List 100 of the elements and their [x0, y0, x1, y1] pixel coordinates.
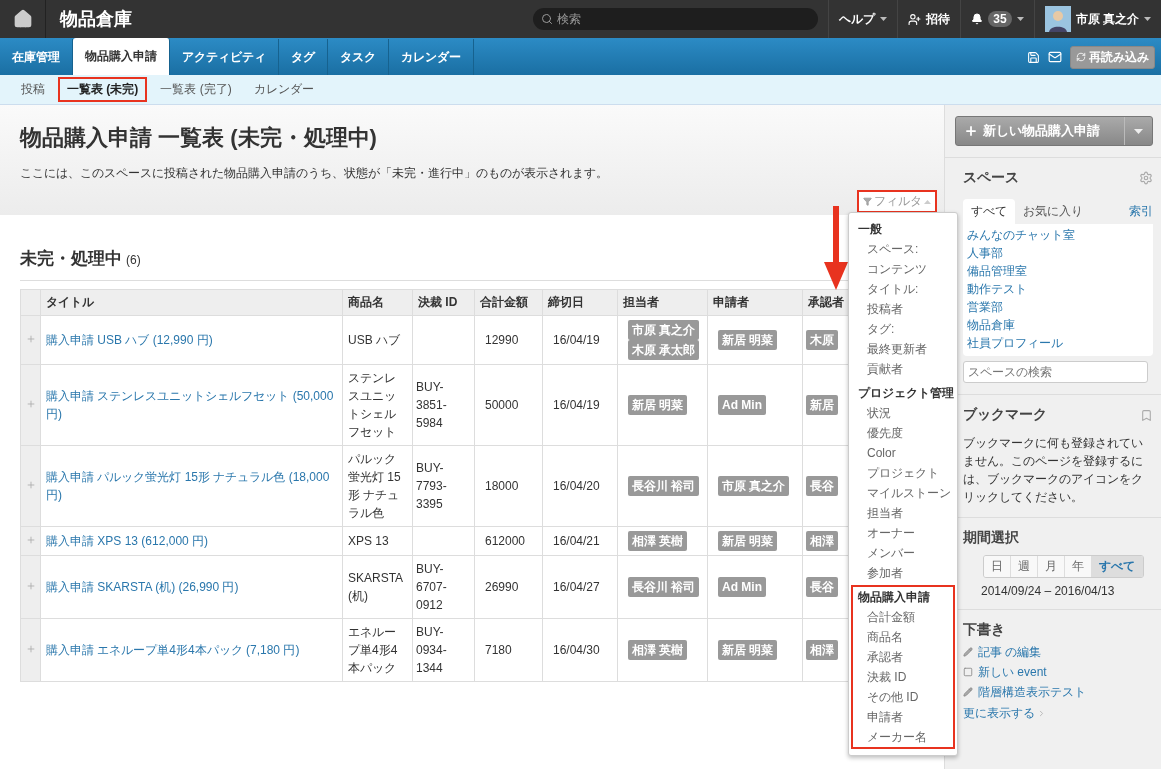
plus-icon[interactable]: [26, 334, 36, 344]
show-more-link[interactable]: 更に表示する: [963, 705, 1046, 722]
space-link[interactable]: 人事部: [967, 244, 1149, 262]
subnav-link[interactable]: 投稿: [12, 77, 54, 102]
table-cell: パルック蛍光灯 15形 ナチュラル色: [342, 445, 413, 527]
sidebar-heading: 期間選択: [963, 529, 1019, 547]
menu-item[interactable]: オーナー: [867, 526, 915, 540]
user-plus-icon: [908, 12, 922, 26]
menu-item[interactable]: 状況: [867, 406, 891, 420]
menu-item[interactable]: メンバー: [867, 546, 915, 560]
menu-item[interactable]: 決裁 ID: [867, 670, 907, 684]
menu-item[interactable]: 参加者: [867, 566, 903, 580]
column-header: 担当者: [617, 289, 708, 316]
user-tag: 市原 真之介: [718, 476, 790, 496]
menu-heading: 一般: [858, 222, 882, 236]
save-icon[interactable]: [1027, 50, 1040, 64]
refresh-icon: [1076, 52, 1086, 62]
period-option[interactable]: 月: [1038, 556, 1065, 577]
space-link[interactable]: 社員プロフィール: [967, 334, 1149, 352]
table-cell: 16/04/20: [542, 445, 618, 527]
menu-item[interactable]: Color: [867, 446, 896, 460]
period-option[interactable]: 週: [1011, 556, 1038, 577]
table-cell: 50000: [474, 364, 543, 446]
menu-item[interactable]: メーカー名: [867, 730, 927, 744]
menu-item[interactable]: マイルストーン: [867, 486, 951, 500]
caret-icon: [880, 17, 888, 21]
menu-item[interactable]: 最終更新者: [867, 342, 927, 356]
column-header: 決裁 ID: [412, 289, 475, 316]
menu-item[interactable]: 優先度: [867, 426, 903, 440]
period-option[interactable]: 年: [1065, 556, 1092, 577]
menu-item[interactable]: プロジェクト: [867, 466, 939, 480]
menu-item[interactable]: タイトル:: [867, 282, 919, 296]
space-link[interactable]: 備品管理室: [967, 262, 1149, 280]
menu-item[interactable]: 投稿者: [867, 302, 903, 316]
table-cell: 12990: [474, 315, 543, 365]
table-cell: SKARSTA (机): [342, 555, 413, 619]
chevron-right-icon: [1037, 709, 1046, 718]
column-header: 合計金額: [474, 289, 543, 316]
table-cell: 7180: [474, 618, 543, 682]
plus-icon[interactable]: [26, 535, 36, 545]
menu-item[interactable]: コンテンツ: [867, 262, 927, 276]
menu-item[interactable]: 合計金額: [867, 610, 915, 624]
space-search-field[interactable]: スペースの検索: [963, 361, 1148, 383]
menu-item[interactable]: 貢献者: [867, 362, 903, 376]
menu-item[interactable]: 担当者: [867, 506, 903, 520]
page-title: 物品購入申請 一覧表 (未完・処理中): [20, 124, 378, 152]
user-tag: 木原: [806, 330, 838, 350]
caret-icon: [1016, 17, 1024, 21]
subnav-link[interactable]: 一覧表 (未完): [58, 77, 148, 102]
period-option[interactable]: 日: [984, 556, 1011, 577]
filter-button[interactable]: フィルタ: [857, 190, 937, 213]
menu-item[interactable]: タグ:: [867, 322, 895, 336]
space-link[interactable]: みんなのチャット室: [967, 226, 1149, 244]
space-link[interactable]: 動作テスト: [967, 280, 1149, 298]
space-link[interactable]: 物品倉庫: [967, 316, 1149, 334]
draft-link[interactable]: 階層構造表示テスト: [978, 683, 1086, 701]
draft-link[interactable]: 新しい event: [978, 663, 1047, 681]
plus-icon[interactable]: [26, 480, 36, 490]
user-tag: 新居 明菜: [718, 330, 778, 350]
table-cell: XPS 13: [342, 526, 413, 556]
column-header: 商品名: [342, 289, 413, 316]
space-tab[interactable]: すべて: [963, 199, 1015, 224]
user-tag: 相澤: [806, 640, 838, 660]
user-tag: 市原 真之介: [628, 320, 700, 340]
column-header: タイトル: [40, 289, 343, 316]
mail-icon[interactable]: [1048, 50, 1062, 64]
table-cell: BUY-6707-0912: [412, 555, 475, 619]
search-field[interactable]: 検索: [533, 8, 819, 30]
pencil-icon: [963, 647, 973, 657]
plus-icon[interactable]: [26, 399, 36, 409]
user-tag: Ad Min: [718, 395, 766, 415]
sidebar-heading: スペース: [963, 169, 1019, 187]
subnav-link[interactable]: 一覧表 (完了): [151, 77, 241, 102]
plus-icon[interactable]: [26, 644, 36, 654]
bookmark-message: ブックマークに何も登録されていません。このページを登録するには、ブックマークのアイコンをクリックしてください。: [963, 435, 1144, 506]
bookmark-icon[interactable]: [1140, 408, 1153, 422]
space-tab[interactable]: お気に入り: [1015, 199, 1091, 224]
table-cell: 18000: [474, 445, 543, 527]
table-cell: エネループ単4形4本パック: [342, 618, 413, 682]
table-cell: BUY-3851-5984: [412, 364, 475, 446]
page-description: ここには、このスペースに投稿された物品購入申請のうち、状態が「未完・進行中」のものが表示されます。: [20, 165, 609, 182]
menu-item[interactable]: 商品名: [867, 630, 903, 644]
menu-item[interactable]: 申請者: [867, 710, 903, 724]
index-link[interactable]: 索引: [1129, 202, 1153, 224]
menu-item[interactable]: その他 ID: [867, 690, 919, 704]
period-option[interactable]: すべて: [1092, 556, 1143, 577]
plus-icon[interactable]: [26, 581, 36, 591]
section-title: 未完・処理中: [20, 248, 122, 270]
menu-item[interactable]: スペース:: [867, 242, 919, 256]
user-tag: 長谷川 裕司: [628, 476, 700, 496]
user-tag: 相澤: [806, 531, 838, 551]
column-header: 締切日: [542, 289, 618, 316]
subnav-link[interactable]: カレンダー: [244, 77, 323, 102]
space-link[interactable]: 営業部: [967, 298, 1149, 316]
settings-icon[interactable]: [1139, 171, 1153, 185]
nav-tab[interactable]: 物品購入申請: [73, 38, 170, 75]
menu-heading: 物品購入申請: [858, 590, 930, 604]
draft-link[interactable]: 記事 の編集: [978, 643, 1042, 661]
menu-item[interactable]: 承認者: [867, 650, 903, 664]
date-range: 2014/09/24 – 2016/04/13: [981, 584, 1116, 598]
